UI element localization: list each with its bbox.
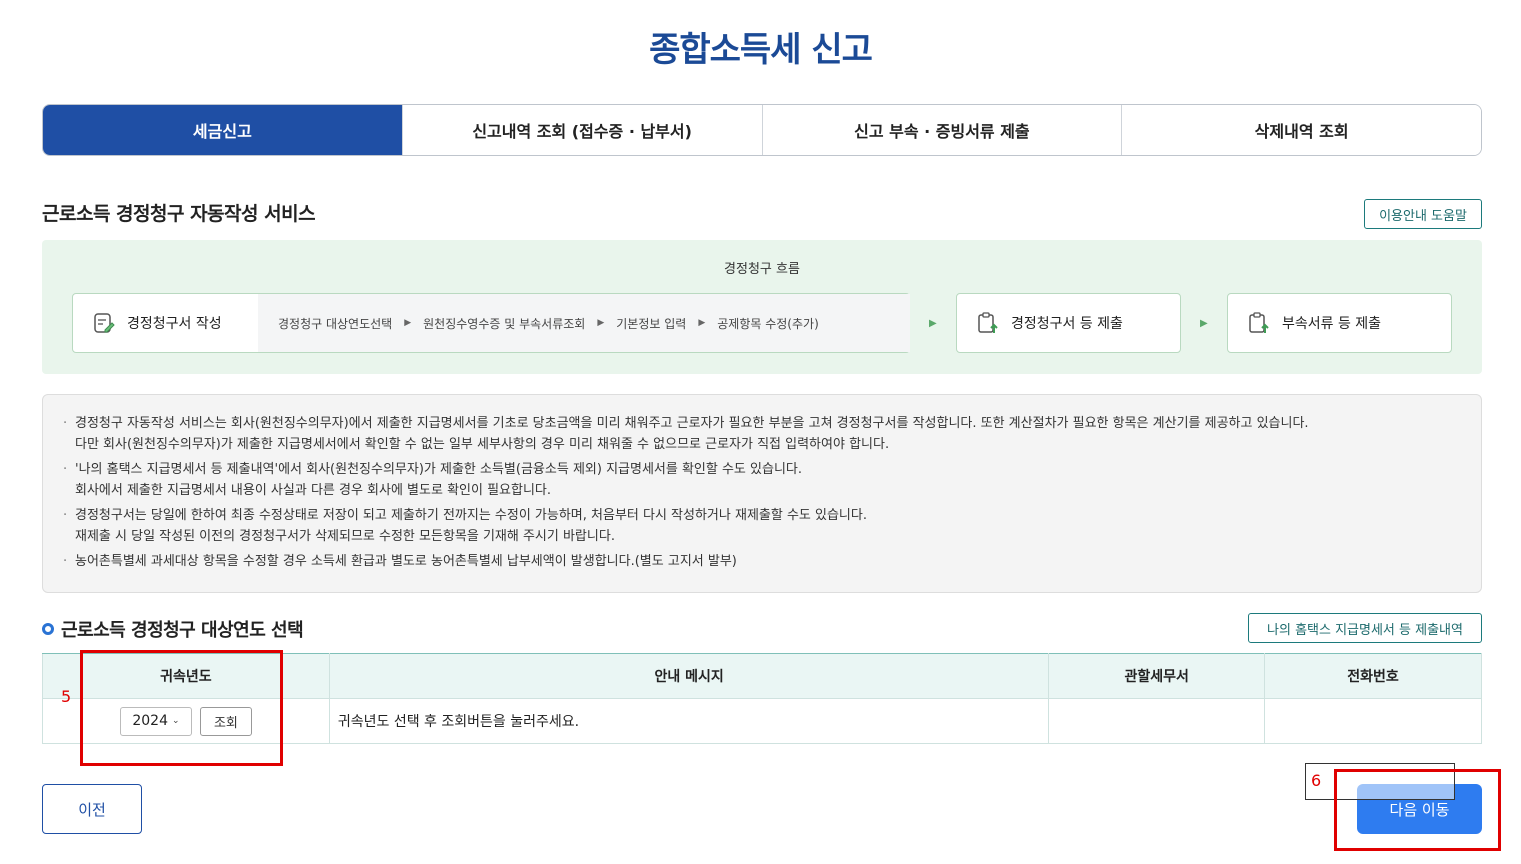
year-section-title-text: 근로소득 경정청구 대상연도 선택 bbox=[61, 620, 304, 641]
flow-panel: 경정청구 흐름 경정청구서 작성 경정청구 대상연도선택 ▶ 원천징수영수증 및… bbox=[42, 240, 1482, 374]
substep-basic-info: 기본정보 입력 bbox=[616, 316, 687, 331]
substep-receipt: 원천징수영수증 및 부속서류조회 bbox=[423, 316, 586, 331]
flow-step-submit-label: 경정청구서 등 제출 bbox=[1011, 316, 1123, 332]
notice-item: 경정청구 자동작성 서비스는 회사(원천징수의무자)에서 제출한 지급명세서를 … bbox=[63, 413, 1457, 455]
prev-button[interactable]: 이전 bbox=[42, 784, 142, 834]
notice-line: 회사에서 제출한 지급명세서 내용이 사실과 다른 경우 회사에 별도로 확인이… bbox=[75, 483, 552, 498]
column-header: 관할세무서 bbox=[1048, 653, 1266, 699]
tab-tax-filing[interactable]: 세금신고 bbox=[43, 105, 402, 155]
notice-line: '나의 홈택스 지급명세서 등 제출내역'에서 회사(원천징수의무자)가 제출한… bbox=[75, 462, 802, 477]
annotation-label-6: 6 bbox=[1311, 771, 1322, 790]
flow-arrow-icon: ▶ bbox=[1200, 318, 1208, 329]
triangle-right-icon: ▶ bbox=[597, 318, 605, 328]
tab-filing-history[interactable]: 신고내역 조회 (접수증 · 납부서) bbox=[401, 105, 762, 155]
column-header: 전화번호 bbox=[1264, 653, 1482, 699]
tax-office-cell bbox=[1048, 698, 1266, 744]
circle-bullet-icon bbox=[42, 623, 54, 635]
notice-line: 재제출 시 당일 작성된 이전의 경정청구서가 삭제되므로 수정한 모든항목을 … bbox=[75, 529, 615, 544]
year-section-title: 근로소득 경정청구 대상연도 선택 bbox=[42, 616, 304, 642]
flow-substeps: 경정청구 대상연도선택 ▶ 원천징수영수증 및 부속서류조회 ▶ 기본정보 입력… bbox=[258, 294, 910, 352]
triangle-right-icon: ▶ bbox=[698, 318, 706, 328]
notice-line: 농어촌특별세 과세대상 항목을 수정할 경우 소득세 환급과 별도로 농어촌특별… bbox=[75, 554, 737, 569]
substep-deduction: 공제항목 수정(추가) bbox=[717, 316, 819, 331]
annotation-box-6 bbox=[1334, 769, 1501, 851]
document-edit-icon bbox=[91, 310, 117, 336]
service-title: 근로소득 경정청구 자동작성 서비스 bbox=[42, 203, 316, 225]
notice-item: '나의 홈택스 지급명세서 등 제출내역'에서 회사(원천징수의무자)가 제출한… bbox=[63, 459, 1457, 501]
page-title: 종합소득세 신고 bbox=[649, 30, 873, 70]
flow-step-write: 경정청구서 작성 경정청구 대상연도선택 ▶ 원천징수영수증 및 부속서류조회 … bbox=[72, 293, 910, 353]
column-header: 안내 메시지 bbox=[328, 653, 1050, 699]
notice-line: 경정청구서는 당일에 한하여 최종 수정상태로 저장이 되고 제출하기 전까지는… bbox=[75, 508, 867, 523]
document-upload-icon bbox=[1246, 310, 1272, 336]
flow-step-write-label: 경정청구서 작성 bbox=[127, 316, 222, 332]
annotation-label-5: 5 bbox=[61, 687, 72, 706]
notice-line: 경정청구 자동작성 서비스는 회사(원천징수의무자)에서 제출한 지급명세서를 … bbox=[75, 416, 1309, 431]
flow-step-attachment: 부속서류 등 제출 bbox=[1227, 293, 1452, 353]
tab-deleted-history[interactable]: 삭제내역 조회 bbox=[1121, 105, 1481, 155]
document-upload-icon bbox=[975, 310, 1001, 336]
message-cell: 귀속년도 선택 후 조회버튼을 눌러주세요. bbox=[328, 698, 1050, 744]
flow-title: 경정청구 흐름 bbox=[724, 262, 800, 277]
flow-arrow-icon: ▶ bbox=[929, 318, 937, 329]
notice-item: 농어촌특별세 과세대상 항목을 수정할 경우 소득세 환급과 별도로 농어촌특별… bbox=[63, 551, 1457, 572]
notice-line: 다만 회사(원천징수의무자)가 제출한 지급명세서에서 확인할 수 없는 일부 … bbox=[75, 437, 890, 452]
substep-year: 경정청구 대상연도선택 bbox=[278, 316, 393, 331]
phone-cell bbox=[1264, 698, 1482, 744]
flow-step-submit: 경정청구서 등 제출 bbox=[956, 293, 1181, 353]
annotation-box-5 bbox=[80, 650, 283, 766]
hometax-statement-button[interactable]: 나의 홈택스 지급명세서 등 제출내역 bbox=[1248, 613, 1482, 643]
tab-attachment-submit[interactable]: 신고 부속 · 증빙서류 제출 bbox=[761, 105, 1122, 155]
help-button[interactable]: 이용안내 도움말 bbox=[1364, 199, 1482, 229]
triangle-right-icon: ▶ bbox=[404, 318, 412, 328]
flow-step-attachment-label: 부속서류 등 제출 bbox=[1282, 316, 1382, 332]
notice-box: 경정청구 자동작성 서비스는 회사(원천징수의무자)에서 제출한 지급명세서를 … bbox=[42, 394, 1482, 593]
main-tabs: 세금신고 신고내역 조회 (접수증 · 납부서) 신고 부속 · 증빙서류 제출… bbox=[42, 104, 1482, 156]
notice-item: 경정청구서는 당일에 한하여 최종 수정상태로 저장이 되고 제출하기 전까지는… bbox=[63, 505, 1457, 547]
